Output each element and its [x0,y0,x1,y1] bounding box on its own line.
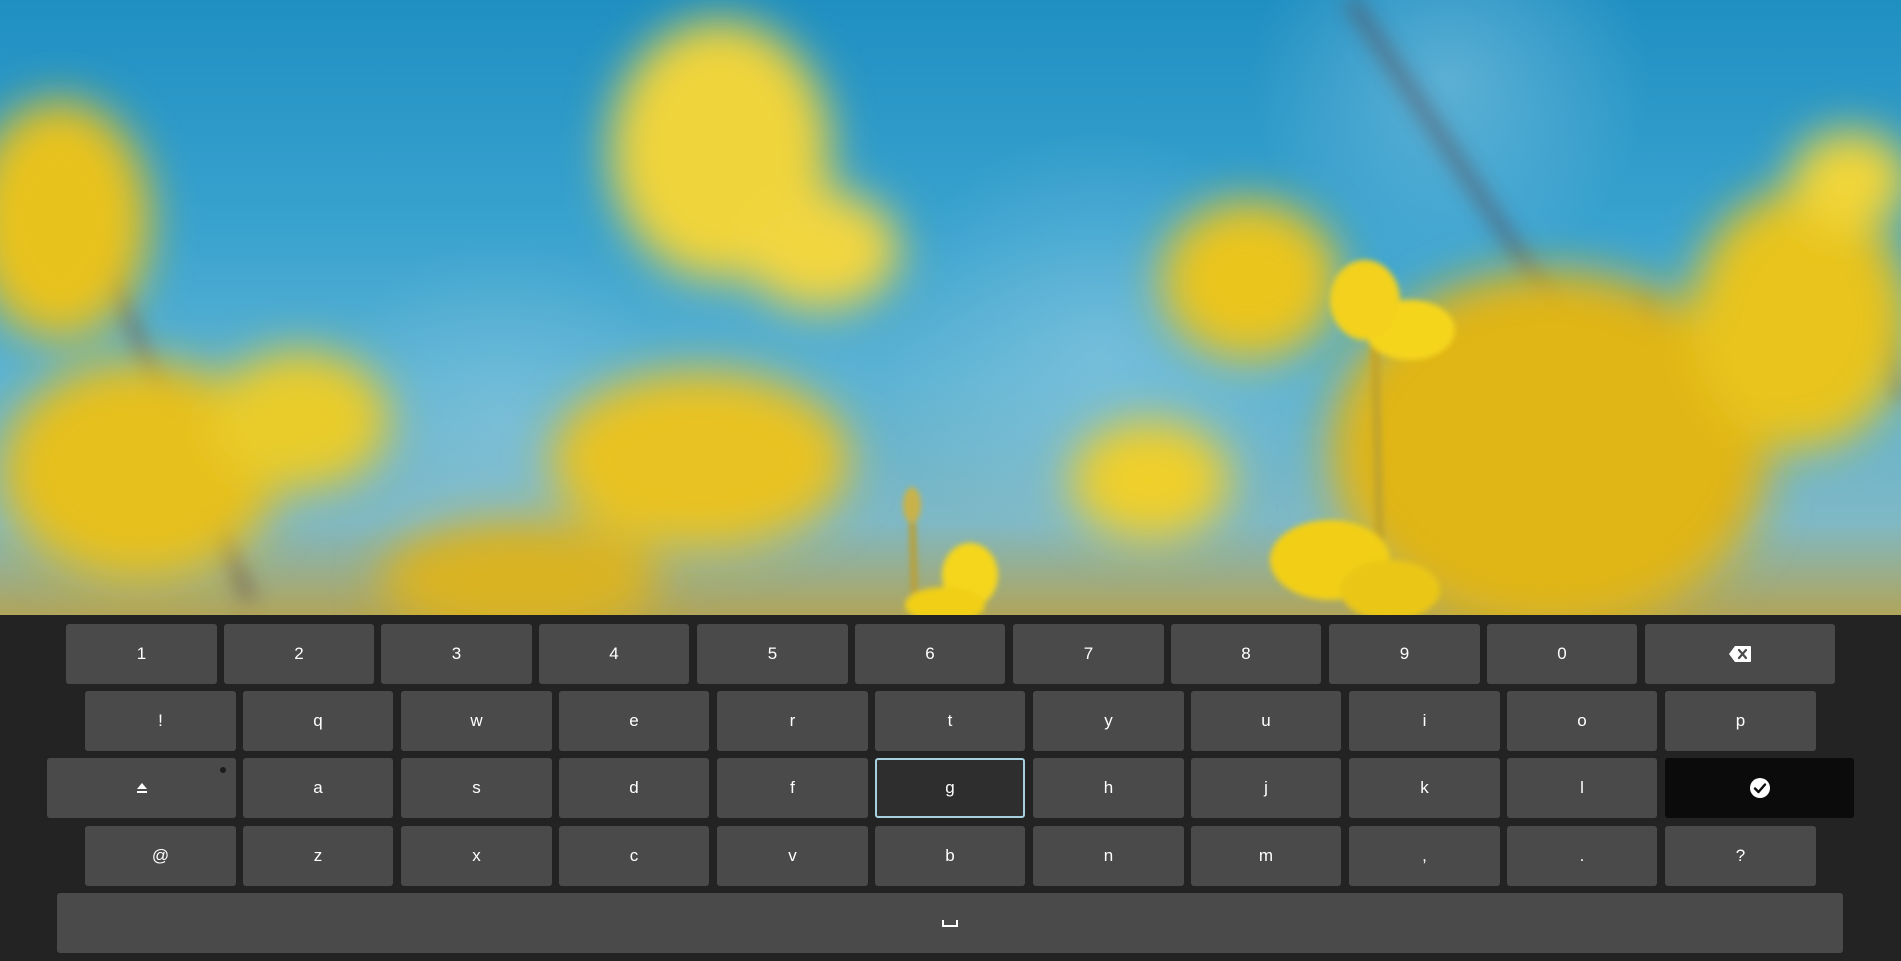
key-c[interactable]: c [559,826,709,886]
space-bar-icon [942,920,958,927]
key-at[interactable]: @ [85,826,236,886]
key-9[interactable]: 9 [1329,624,1480,684]
key-p[interactable]: p [1665,691,1816,751]
key-s[interactable]: s [401,758,552,818]
key-r[interactable]: r [717,691,868,751]
key-e[interactable]: e [559,691,709,751]
key-4[interactable]: 4 [539,624,689,684]
shift-icon [136,783,147,793]
key-1[interactable]: 1 [66,624,217,684]
virtual-keyboard: 1 2 3 4 5 6 7 8 9 0 ! q w e r t y u i o … [0,615,1901,961]
key-u[interactable]: u [1191,691,1341,751]
key-period[interactable]: . [1507,826,1657,886]
key-2[interactable]: 2 [224,624,374,684]
key-m[interactable]: m [1191,826,1341,886]
enter-key[interactable] [1665,758,1854,818]
key-g[interactable]: g [875,758,1025,818]
key-8[interactable]: 8 [1171,624,1321,684]
key-0[interactable]: 0 [1487,624,1637,684]
key-a[interactable]: a [243,758,393,818]
key-5[interactable]: 5 [697,624,848,684]
key-exclamation[interactable]: ! [85,691,236,751]
checkmark-circle-icon [1749,778,1770,798]
screen: 1 2 3 4 5 6 7 8 9 0 ! q w e r t y u i o … [0,0,1901,961]
desktop-wallpaper [0,0,1901,615]
backspace-icon [1729,646,1751,662]
key-v[interactable]: v [717,826,868,886]
key-y[interactable]: y [1033,691,1184,751]
backspace-key[interactable] [1645,624,1835,684]
key-7[interactable]: 7 [1013,624,1164,684]
key-d[interactable]: d [559,758,709,818]
key-comma[interactable]: , [1349,826,1500,886]
key-question[interactable]: ? [1665,826,1816,886]
key-h[interactable]: h [1033,758,1184,818]
key-o[interactable]: o [1507,691,1657,751]
flower-wallpaper-image [0,0,1901,615]
key-x[interactable]: x [401,826,552,886]
space-key[interactable] [57,893,1843,953]
key-l[interactable]: l [1507,758,1657,818]
key-z[interactable]: z [243,826,393,886]
key-j[interactable]: j [1191,758,1341,818]
key-b[interactable]: b [875,826,1025,886]
key-n[interactable]: n [1033,826,1184,886]
key-k[interactable]: k [1349,758,1500,818]
shift-indicator-dot [220,767,226,773]
shift-key[interactable] [47,758,236,818]
key-q[interactable]: q [243,691,393,751]
key-t[interactable]: t [875,691,1025,751]
key-6[interactable]: 6 [855,624,1005,684]
key-3[interactable]: 3 [381,624,532,684]
key-w[interactable]: w [401,691,552,751]
key-f[interactable]: f [717,758,868,818]
key-i[interactable]: i [1349,691,1500,751]
